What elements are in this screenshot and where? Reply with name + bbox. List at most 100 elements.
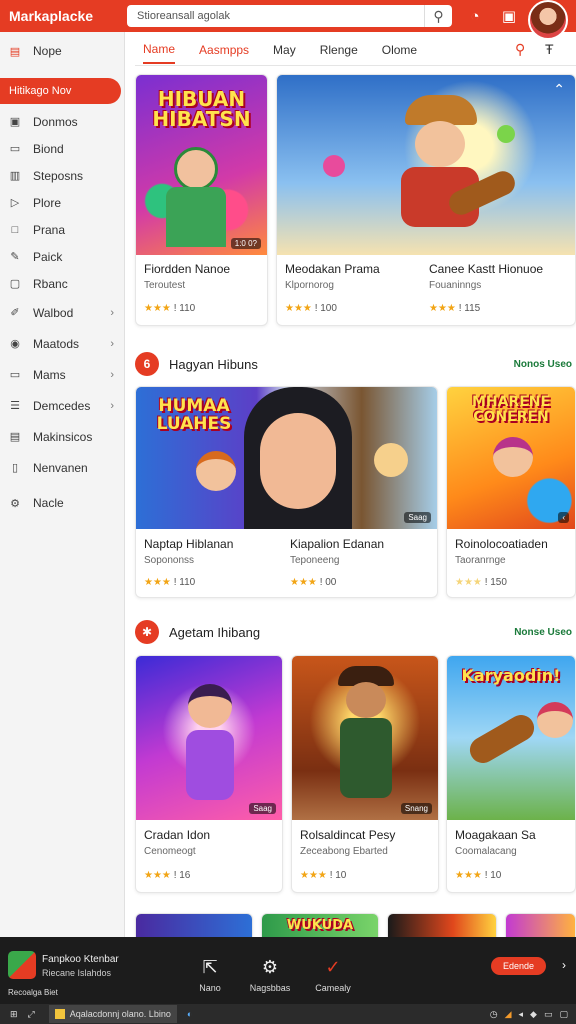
tab-may[interactable]: May xyxy=(273,37,296,63)
sidebar-item-label: Walbod xyxy=(33,305,74,320)
art-title: Karyaodin! xyxy=(461,666,561,685)
bottom-bar: Fanpkoo Ktenbar Riecane Islahdos Recoalg… xyxy=(0,937,576,1004)
sidebar-item-11[interactable]: ▤ Makinsicos xyxy=(0,421,124,452)
game-art: MHARENE CONEREN ‹ xyxy=(447,387,575,529)
card-rating: ★★★ ! 150 xyxy=(455,577,507,588)
taskbar-window-label: Aqalacdonnj olano. Lbino xyxy=(69,1009,171,1019)
battery-icon[interactable]: ▭ xyxy=(544,1009,553,1020)
tab-olome[interactable]: Olome xyxy=(382,37,417,63)
game-card[interactable]: Snang Rolsaldincat Pesy Zeceabong Ebarte… xyxy=(291,655,439,893)
clock-icon[interactable]: ◷ xyxy=(490,1009,498,1020)
rating-count: ! 110 xyxy=(173,303,196,314)
label-badge: Snang xyxy=(400,803,432,814)
tab-apps[interactable]: Aasmpps xyxy=(199,37,249,63)
rating-count: ! 00 xyxy=(319,577,337,588)
windows-icon[interactable]: ⊞ xyxy=(10,1009,18,1020)
card-subtitle: Taoranrnge xyxy=(455,555,506,566)
bookmark-icon[interactable]: ▣ xyxy=(498,5,520,27)
card-title: Naptap Hiblanan xyxy=(144,537,234,551)
pin-icon[interactable]: ⚲ xyxy=(515,41,525,58)
notification-center-icon[interactable]: ▢ xyxy=(559,1009,568,1020)
search-input[interactable]: Stioreansall agolak ⚲ xyxy=(127,5,452,27)
featured-wide-card[interactable]: ⌃ Meodakan Prama Klpornorog ★★★ ! 100 Ca… xyxy=(276,74,576,326)
card-subtitle: Klpornorog xyxy=(285,280,334,291)
sidebar-item-5[interactable]: ✎ Paick xyxy=(0,243,124,270)
star-icon: ★★★ xyxy=(300,870,327,881)
card-title: Moagakaan Sa xyxy=(455,828,536,842)
expand-icon[interactable]: ⌃ xyxy=(553,81,565,98)
grid-icon: ▣ xyxy=(9,116,21,128)
see-more-link[interactable]: Nonos Useo xyxy=(514,359,572,370)
card-title: Rolsaldincat Pesy xyxy=(300,828,396,842)
app-icon[interactable] xyxy=(8,951,36,979)
character-image xyxy=(374,443,408,477)
sidebar-item-6[interactable]: ▢ Rbanc xyxy=(0,270,124,297)
tab-range[interactable]: Rlenge xyxy=(320,37,358,63)
sidebar-item-1[interactable]: ▭ Biond xyxy=(0,135,124,162)
section-header: 6 Hagyan Hibuns Nonos Useo xyxy=(135,351,576,377)
box-icon: ▢ xyxy=(9,278,21,290)
section-header: ✱ Agetam Ihibang Nonse Useo xyxy=(135,619,576,645)
section-title: Hagyan Hibuns xyxy=(169,356,258,372)
chevron-right-icon[interactable]: › xyxy=(562,958,566,972)
character-image xyxy=(537,702,573,738)
notification-icon[interactable]: ◔ xyxy=(464,5,486,27)
file-icon: ▯ xyxy=(11,462,19,474)
gear-icon: ⚙ xyxy=(10,497,20,510)
sidebar-item-active[interactable]: Hitikago Nov xyxy=(0,78,121,104)
game-card[interactable]: MHARENE CONEREN ‹ Roinolocoatiaden Taora… xyxy=(446,386,576,598)
character-image xyxy=(346,682,386,718)
rating-count: ! 10 xyxy=(484,870,502,881)
network-icon[interactable]: ◆ xyxy=(530,1009,537,1020)
sidebar-item-label: Maatods xyxy=(33,336,80,351)
sidebar-item-label: Steposns xyxy=(33,168,84,183)
pin-icon[interactable]: ⤢ xyxy=(28,1009,35,1020)
chat-icon: ▭ xyxy=(9,369,21,381)
star-icon: ★★★ xyxy=(429,303,456,314)
tab-name[interactable]: Name xyxy=(143,36,176,64)
card-title: Meodakan Prama xyxy=(285,262,380,276)
time-badge: 1:0 0? xyxy=(230,238,261,249)
sidebar-item-12[interactable]: ▯ Nenvanen xyxy=(0,452,124,483)
sidebar-item-7[interactable]: ✐ Walbod › xyxy=(0,297,124,328)
game-card[interactable]: Saag Cradan Idon Cenomeogt ★★★ ! 16 xyxy=(135,655,283,893)
search-placeholder: Stioreansall agolak xyxy=(137,10,230,22)
sidebar-item-9[interactable]: ▭ Mams › xyxy=(0,359,124,390)
character-face xyxy=(260,413,336,509)
sidebar-item-10[interactable]: ☰ Demcedes › xyxy=(0,390,124,421)
sidebar-item-home[interactable]: ▤ Nope xyxy=(0,32,124,70)
folder-icon[interactable]: ◢ xyxy=(505,1009,512,1020)
sidebar-item-8[interactable]: ◉ Maatods › xyxy=(0,328,124,359)
see-more-link[interactable]: Nonse Useo xyxy=(514,627,572,638)
game-card-wide[interactable]: HUMAA LUAHES Saag Naptap Hiblanan Sopono… xyxy=(135,386,438,598)
taskbar: ⊞ ⤢ Aqalacdonnj olano. Lbino ◐ ◷ ◢ ◂ ◆ ▭… xyxy=(0,1004,576,1024)
sidebar-item-4[interactable]: □ Prana xyxy=(0,216,124,243)
game-card[interactable]: HIBUAN HIBATSN 1:0 0? Fiordden Nanoe Ter… xyxy=(135,74,268,326)
taskbar-active-window[interactable]: Aqalacdonnj olano. Lbino xyxy=(48,1005,177,1023)
document-icon: ▤ xyxy=(9,45,21,58)
sidebar-item-2[interactable]: ▥ Steposns xyxy=(0,162,124,189)
sidebar-item-0[interactable]: ▣ Donmos xyxy=(0,108,124,135)
game-art: ⌃ xyxy=(277,75,575,255)
sidebar-item-label: Hitikago Nov xyxy=(9,85,72,97)
game-card[interactable]: Karyaodin! Moagakaan Sa Coomalacang ★★★ … xyxy=(446,655,576,893)
browser-icon[interactable]: ◐ xyxy=(187,1009,192,1019)
card-subtitle: Teponeeng xyxy=(290,555,340,566)
game-art: Snang xyxy=(292,656,438,820)
app-caption: Recoalga Biet xyxy=(8,988,58,997)
card-title: Fiordden Nanoe xyxy=(144,262,231,276)
character-image xyxy=(196,451,236,491)
art-title: HUMAA LUAHES xyxy=(156,396,232,434)
volume-icon[interactable]: ◂ xyxy=(519,1009,524,1020)
game-art: HIBUAN HIBATSN 1:0 0? xyxy=(136,75,267,255)
search-icon[interactable]: ⚲ xyxy=(424,5,452,27)
app-subtitle: Riecane Islahdos xyxy=(42,968,112,978)
nav-button-camealy[interactable]: ✓ Camealy xyxy=(298,957,368,993)
star-icon: ★★★ xyxy=(144,577,171,588)
action-button[interactable]: Edende xyxy=(490,957,546,975)
sidebar-item-3[interactable]: ▷ Plore xyxy=(0,189,124,216)
character-image xyxy=(188,684,232,728)
nav-button-settings[interactable]: ⚙ Nagsbbas xyxy=(235,957,305,993)
filter-icon[interactable]: Ŧ xyxy=(545,41,554,57)
sidebar-item-13[interactable]: ⚙ Nacle xyxy=(0,483,124,523)
